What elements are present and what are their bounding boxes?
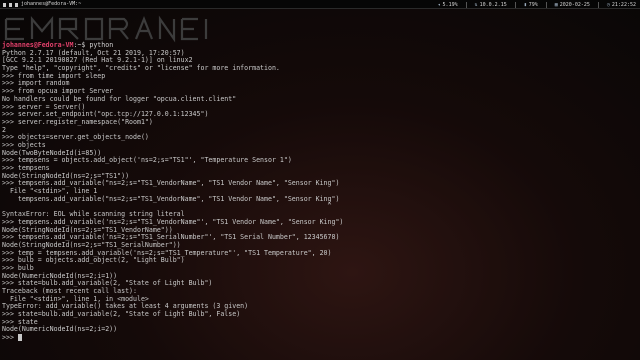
output-lines: Python 2.7.17 (default, Oct 21 2019, 17:… [2, 49, 343, 342]
workspace-tag-2[interactable] [9, 2, 12, 7]
divider [545, 1, 547, 8]
volume-value: 5.19% [442, 1, 458, 8]
workspace-tags: johannes@Fedora-VM:~ [3, 0, 81, 9]
text-cursor [17, 334, 22, 342]
window-title: johannes@Fedora-VM:~ [21, 1, 82, 7]
terminal-line: >>> state=bulb.add_variable(2, "State of… [2, 310, 241, 319]
divider [514, 1, 516, 8]
network-icon: ⇅ [474, 1, 478, 8]
battery-icon: ▮ [523, 1, 527, 8]
ascii-banner-art [4, 15, 208, 43]
terminal-line: >>> tempsens = objects.add_object('ns=2;… [2, 156, 292, 165]
date-value: 2020-02-25 [559, 1, 590, 8]
system-tray: ◂ 5.19% ⇅ 10.0.2.15 ▮ 79% ▦ 2020-02-25 ◷ 21:2… [438, 0, 636, 9]
terminal-window[interactable]: johannes@Fedora-VM:~$ python Python 2.7.… [0, 9, 640, 360]
divider [465, 1, 467, 8]
terminal-line: >>> objects=server.get_objects_node() [2, 133, 149, 142]
volume-indicator[interactable]: ◂ 5.19% [438, 2, 458, 8]
top-status-bar: johannes@Fedora-VM:~ ◂ 5.19% ⇅ 10.0.2.15 ▮… [0, 0, 640, 9]
clock-icon: ◷ [606, 1, 610, 8]
terminal-line: >>> server.register_namespace("Room1") [2, 117, 153, 126]
prompt-user: johannes@Fedora-VM [2, 41, 74, 49]
network-address: 10.0.2.15 [479, 1, 507, 8]
prompt-command: :~$ python [73, 41, 114, 49]
terminal-line: >>> [2, 334, 343, 342]
battery-value: 79% [528, 1, 538, 8]
speaker-icon: ◂ [437, 1, 441, 8]
clock-indicator[interactable]: ◷ 21:22:52 [607, 2, 636, 8]
terminal-line: Node(NumericNodeId(ns=2;i=2)) [2, 325, 118, 334]
date-indicator[interactable]: ▦ 2020-02-25 [555, 2, 590, 8]
network-indicator[interactable]: ⇅ 10.0.2.15 [475, 2, 507, 8]
terminal-line: >>> bulb = objects.add_object(2, "Light … [2, 256, 185, 265]
terminal-output: johannes@Fedora-VM:~$ python Python 2.7.… [2, 41, 343, 342]
battery-indicator[interactable]: ▮ 79% [524, 2, 538, 8]
calendar-icon: ▦ [554, 1, 558, 8]
workspace-tag-3[interactable] [15, 2, 18, 7]
workspace-tag-1[interactable] [3, 2, 6, 7]
divider [597, 1, 599, 8]
time-value: 21:22:52 [611, 1, 636, 8]
